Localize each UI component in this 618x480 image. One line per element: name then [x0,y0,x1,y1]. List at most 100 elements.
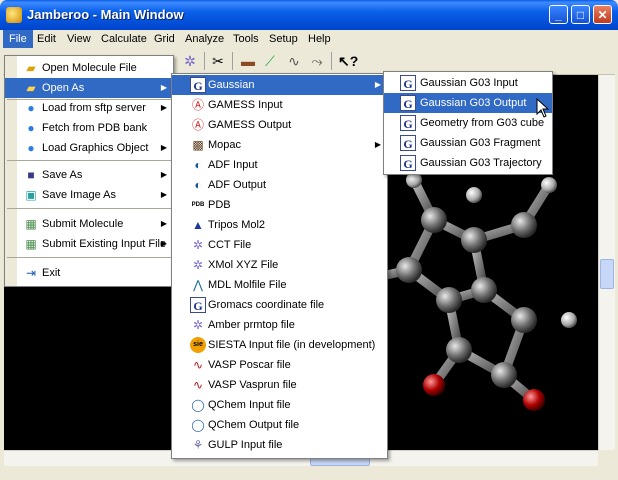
menu-item-adf-input[interactable]: ◐ ADF Input [172,155,387,175]
menu-setup[interactable]: Setup [263,30,304,48]
menu-item-adf-output[interactable]: ◐ ADF Output [172,175,387,195]
menu-item-fetch-pdb[interactable]: ● Fetch from PDB bank [5,118,173,138]
menu-item-tripos-mol2[interactable]: ▲ Tripos Mol2 [172,215,387,235]
submenu-arrow-icon: ▶ [374,80,381,89]
exit-icon: ⇥ [25,266,37,280]
folder-open-icon: ▰ [26,61,36,75]
menu-item-vasp-vasprun[interactable]: ∿ VASP Vasprun file [172,375,387,395]
menu-view[interactable]: View [61,30,97,48]
submenu-arrow-icon: ▶ [160,239,167,248]
image-icon: ▣ [25,188,37,202]
gaussian-icon: G [400,115,416,131]
maximize-button[interactable]: □ [571,5,590,24]
menu-item-gaussian-g03-fragment[interactable]: G Gaussian G03 Fragment [384,133,552,153]
menu-item-mopac[interactable]: ▩ Mopac ▶ [172,135,387,155]
gromacs-icon: G [190,297,206,313]
globe-icon: ● [27,141,35,155]
menu-item-save-as[interactable]: ■ Save As ▶ [5,165,173,185]
menu-item-vasp-poscar[interactable]: ∿ VASP Poscar file [172,355,387,375]
menu-item-load-graphics[interactable]: ● Load Graphics Object ▶ [5,138,173,158]
close-button[interactable]: ✕ [593,5,612,24]
submenu-arrow-icon: ▶ [160,103,167,112]
gaussian-icon: G [400,155,416,171]
gaussian-icon: G [400,95,416,111]
menu-item-gaussian-g03-output[interactable]: G Gaussian G03 Output [384,93,552,113]
menu-item-submit-molecule[interactable]: ▦ Submit Molecule ▶ [5,214,173,234]
menu-item-cct-file[interactable]: ✲ CCT File [172,235,387,255]
molecule-icon: ✲ [192,258,204,272]
menu-item-gulp-input[interactable]: ⚘ GULP Input file [172,435,387,455]
menu-item-exit[interactable]: ⇥ Exit [5,263,173,283]
menu-analyze[interactable]: Analyze [179,30,230,48]
qchem-icon: ◯ [191,398,205,412]
submenu-arrow-icon: ▶ [160,170,167,179]
mouse-cursor-icon [536,98,550,118]
gulp-icon: ⚘ [192,438,204,452]
menu-item-save-image-as[interactable]: ▣ Save Image As ▶ [5,185,173,205]
pdb-icon: PDB [191,202,205,208]
app-icon [6,7,22,23]
menu-item-gaussian[interactable]: G Gaussian ▶ [172,75,387,95]
menu-item-submit-existing[interactable]: ▦ Submit Existing Input File ▶ [5,234,173,254]
menu-item-gaussian-g03-trajectory[interactable]: G Gaussian G03 Trajectory [384,153,552,173]
submenu-arrow-icon: ▶ [374,140,381,149]
help-pointer-icon[interactable]: ↖? [338,52,358,70]
bond-icon[interactable]: ▬ [239,52,257,70]
menu-item-mdl-molfile[interactable]: ⋀ MDL Molfile File [172,275,387,295]
status-bar [0,466,618,480]
menu-item-gamess-output[interactable]: Ⓐ GAMESS Output [172,115,387,135]
vertical-scrollbar[interactable] [598,75,615,450]
molecule-icon: ✲ [192,238,204,252]
floppy-icon: ■ [27,168,35,182]
globe-icon: ● [27,101,35,115]
mopac-icon: ▩ [192,138,204,152]
gamess-icon: Ⓐ [191,98,204,112]
menu-item-amber-prmtop[interactable]: ✲ Amber prmtop file [172,315,387,335]
tripos-icon: ▲ [192,218,204,232]
menu-item-xmol-xyz[interactable]: ✲ XMol XYZ File [172,255,387,275]
menu-item-gamess-input[interactable]: Ⓐ GAMESS Input [172,95,387,115]
menu-item-gaussian-g03-input[interactable]: G Gaussian G03 Input [384,73,552,93]
menu-help[interactable]: Help [302,30,337,48]
menu-item-qchem-input[interactable]: ◯ QChem Input file [172,395,387,415]
menu-item-gromacs[interactable]: G Gromacs coordinate file [172,295,387,315]
menu-tools[interactable]: Tools [227,30,265,48]
molecule-icon[interactable]: ✲ [181,52,199,70]
submenu-arrow-icon: ▶ [160,219,167,228]
angle-icon[interactable]: ⟋ [261,52,279,70]
menu-calculate[interactable]: Calculate [95,30,153,48]
dihedral-icon[interactable]: ∿ [285,52,303,70]
menu-item-load-sftp[interactable]: ● Load from sftp server ▶ [5,98,173,118]
menu-item-qchem-output[interactable]: ◯ QChem Output file [172,415,387,435]
menu-item-open-as[interactable]: ▰ Open As ▶ [5,78,173,98]
menu-item-geometry-g03-cube[interactable]: G Geometry from G03 cube [384,113,552,133]
menu-item-siesta-input[interactable]: sie SIESTA Input file (in development) [172,335,387,355]
menu-edit[interactable]: Edit [31,30,62,48]
vasp-icon: ∿ [192,358,204,372]
molecule-icon: ✲ [192,318,204,332]
gaussian-icon: G [400,135,416,151]
submenu-arrow-icon: ▶ [160,143,167,152]
globe-icon: ● [27,121,35,135]
menu-item-pdb[interactable]: PDB PDB [172,195,387,215]
submenu-arrow-icon: ▶ [160,83,167,92]
gaussian-menu: G Gaussian G03 Input G Gaussian G03 Output… [383,71,553,175]
file-menu: ▰ Open Molecule File ▰ Open As ▶ ● Load from… [4,55,174,287]
minimize-button[interactable]: _ [549,5,568,24]
menu-grid[interactable]: Grid [148,30,181,48]
qchem-icon: ◯ [191,418,205,432]
server-icon: ▦ [25,217,37,231]
mdl-icon: ⋀ [193,278,203,292]
gamess-icon: Ⓐ [191,118,204,132]
submenu-arrow-icon: ▶ [160,190,167,199]
gaussian-icon: G [190,77,206,93]
torsion-icon[interactable]: ⤳ [308,52,326,70]
menu-file[interactable]: File [3,30,33,48]
adf-icon: ◐ [194,178,202,192]
folder-icon: ▰ [26,81,36,95]
menu-item-open-molecule-file[interactable]: ▰ Open Molecule File [5,58,173,78]
siesta-icon: sie [190,337,206,353]
menu-bar: File Edit View Calculate Grid Analyze To… [3,30,615,48]
vasp-icon: ∿ [192,378,204,392]
scissors-icon[interactable]: ✂ [209,52,227,70]
